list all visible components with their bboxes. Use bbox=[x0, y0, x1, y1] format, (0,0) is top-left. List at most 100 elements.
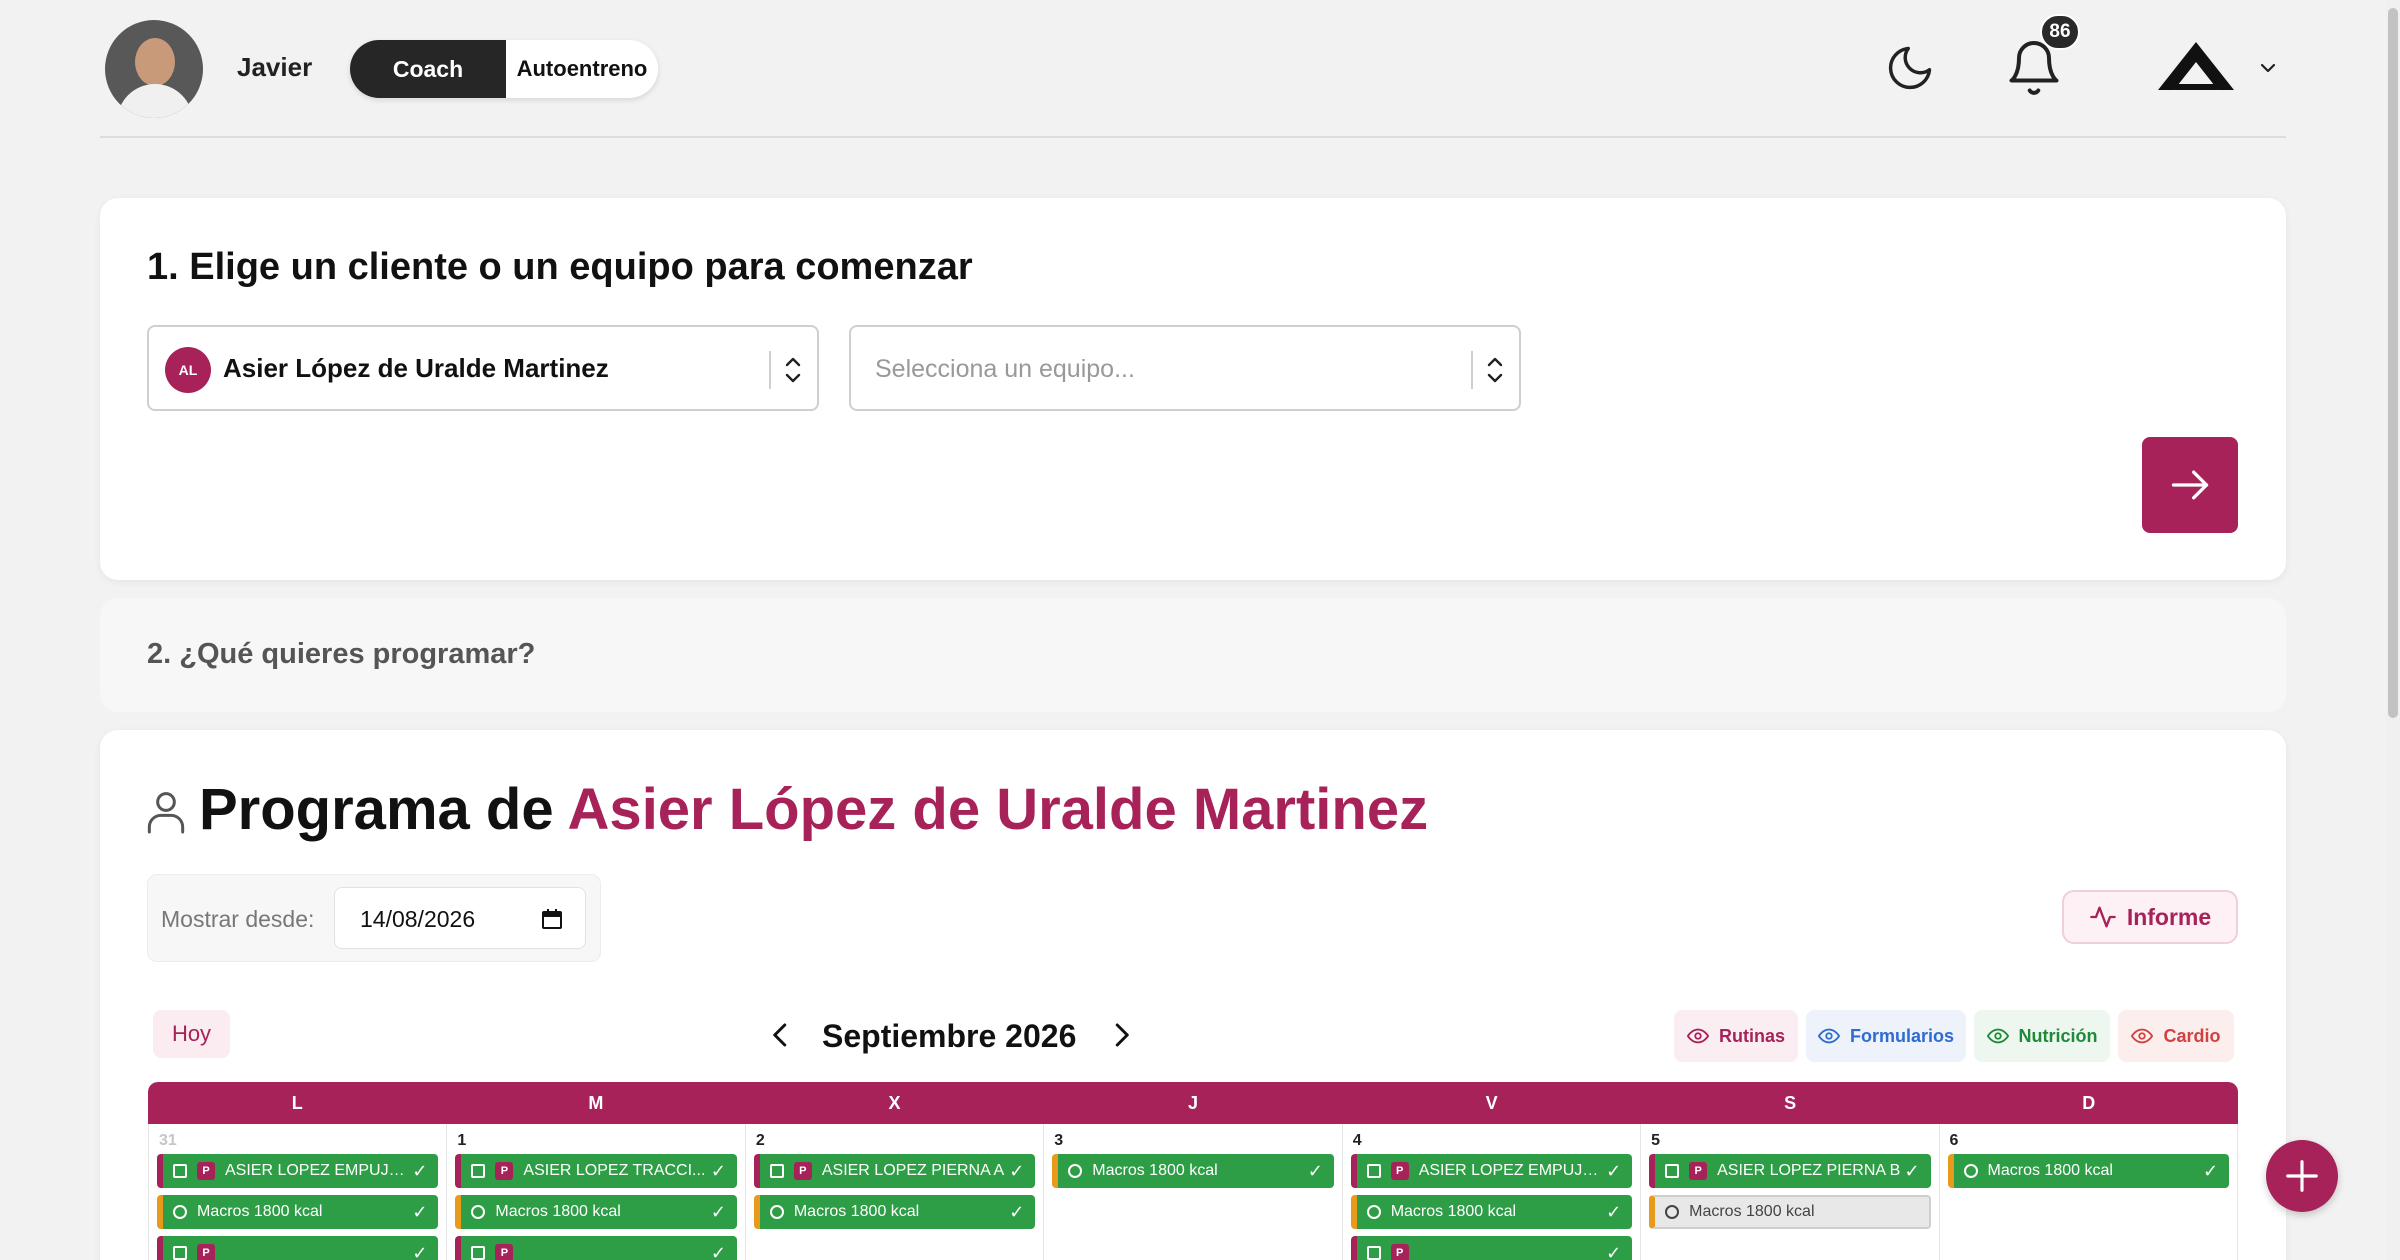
filter-cardio-toggle[interactable]: Cardio bbox=[2118, 1010, 2234, 1062]
add-floating-button[interactable] bbox=[2266, 1140, 2338, 1212]
completed-check-icon: ✓ bbox=[2202, 1160, 2219, 1181]
calendar-event-label: Macros 1800 kcal bbox=[1689, 1203, 1815, 1220]
user-name: Javier bbox=[237, 52, 313, 82]
completed-check-icon: ✓ bbox=[1904, 1160, 1920, 1181]
plus-icon bbox=[2286, 1160, 2318, 1192]
calendar-day-number: 3 bbox=[1054, 1132, 1064, 1149]
calendar-event-label: Macros 1800 kcal bbox=[1987, 1162, 2113, 1179]
mode-coach-button[interactable]: Coach bbox=[350, 40, 506, 98]
completed-check-icon: ✓ bbox=[710, 1242, 726, 1260]
completed-check-icon: ✓ bbox=[710, 1160, 726, 1181]
completed-check-icon: ✓ bbox=[710, 1201, 726, 1222]
top-header: Javier Coach Autoentreno 86 bbox=[100, 0, 2286, 138]
completed-check-icon: ✓ bbox=[1606, 1201, 1622, 1222]
calendar-icon[interactable] bbox=[541, 908, 563, 930]
calendar-day-cell[interactable]: 5 P ASIER LOPEZ PIERNA B ✓ Macros 1800 kcal bbox=[1641, 1124, 1940, 1260]
filter-formularios-toggle[interactable]: Formularios bbox=[1806, 1010, 1966, 1062]
calendar-event-routine[interactable]: P ASIER LOPEZ PIERNA B ✓ bbox=[1649, 1154, 1931, 1188]
today-button[interactable]: Hoy bbox=[153, 1010, 230, 1058]
calendar-event-nutrition[interactable]: Macros 1800 kcal ✓ bbox=[1350, 1195, 1633, 1229]
schedule-type-card[interactable]: 2. ¿Qué quieres programar? bbox=[100, 598, 2286, 712]
team-select[interactable]: Selecciona un equipo... bbox=[849, 325, 1521, 411]
calendar-event-routine[interactable]: P ✓ bbox=[157, 1236, 439, 1260]
client-select[interactable]: AL Asier López de Uralde Martinez bbox=[147, 325, 819, 411]
calendar-event-routine[interactable]: P ASIER LOPEZ PIERNA A ✓ bbox=[753, 1154, 1036, 1188]
routine-document-icon bbox=[173, 1164, 187, 1178]
chevron-left-icon[interactable] bbox=[766, 1020, 796, 1050]
plan-p-badge-icon: P bbox=[495, 1244, 514, 1260]
completed-check-icon: ✓ bbox=[1009, 1160, 1025, 1181]
calendar-event-label: ASIER LOPEZ TRACCI... bbox=[523, 1162, 706, 1179]
calendar-day-cell[interactable]: 1 P ASIER LOPEZ TRACCI... ✓ Macros 1800 kcal… bbox=[447, 1124, 746, 1260]
calendar-event-routine[interactable]: P ASIER LOPEZ TRACCI... ✓ bbox=[455, 1154, 737, 1188]
filter-nutricion-label: Nutrición bbox=[2018, 1025, 2098, 1046]
calendar-day-number: 2 bbox=[755, 1132, 765, 1149]
calendar-day-number: 4 bbox=[1352, 1132, 1362, 1149]
select-client-card: 1. Elige un cliente o un equipo para com… bbox=[100, 198, 2286, 580]
calendar-event-nutrition[interactable]: Macros 1800 kcal ✓ bbox=[753, 1195, 1036, 1229]
calendar-event-nutrition[interactable]: Macros 1800 kcal ✓ bbox=[455, 1195, 737, 1229]
dark-mode-moon-icon[interactable] bbox=[1884, 42, 1936, 94]
show-from-filter: Mostrar desde: 14/08/2026 bbox=[147, 874, 601, 962]
completed-check-icon: ✓ bbox=[1606, 1242, 1622, 1260]
show-from-date-input[interactable]: 14/08/2026 bbox=[334, 887, 586, 949]
continue-button[interactable] bbox=[2142, 437, 2238, 533]
mode-autoentreno-button[interactable]: Autoentreno bbox=[506, 40, 658, 98]
nutrition-icon bbox=[1963, 1164, 1978, 1178]
routine-document-icon bbox=[769, 1164, 784, 1178]
calendar-grid: 31 P ASIER LOPEZ EMPUJE... ✓ Macros 1800 kca… bbox=[148, 1124, 2238, 1260]
calendar-event-nutrition[interactable]: Macros 1800 kcal ✓ bbox=[1947, 1154, 2229, 1188]
routine-document-icon bbox=[1366, 1164, 1381, 1178]
calendar-event-routine[interactable]: P ✓ bbox=[1350, 1236, 1633, 1260]
plan-p-badge-icon: P bbox=[197, 1244, 215, 1260]
routine-document-icon bbox=[471, 1246, 486, 1260]
calendar-event-label: Macros 1800 kcal bbox=[1092, 1162, 1218, 1179]
avatar-face bbox=[135, 38, 175, 86]
page-scrollbar-thumb[interactable] bbox=[2388, 8, 2398, 718]
eye-icon bbox=[1986, 1028, 2009, 1044]
calendar-event-routine[interactable]: P ASIER LOPEZ EMPUJE... ✓ bbox=[1350, 1154, 1633, 1188]
routine-document-icon bbox=[1665, 1164, 1680, 1178]
filter-nutricion-toggle[interactable]: Nutrición bbox=[1974, 1010, 2110, 1062]
calendar-event-nutrition[interactable]: Macros 1800 kcal bbox=[1649, 1195, 1931, 1229]
filter-formularios-label: Formularios bbox=[1849, 1025, 1955, 1046]
weekday-label: D bbox=[2082, 1092, 2096, 1113]
routine-document-icon bbox=[471, 1164, 486, 1178]
nutrition-icon bbox=[173, 1205, 187, 1219]
calendar-event-routine[interactable]: P ✓ bbox=[455, 1236, 737, 1260]
account-chevron-down-icon[interactable] bbox=[2256, 56, 2280, 80]
calendar-day-cell[interactable]: 31 P ASIER LOPEZ EMPUJE... ✓ Macros 1800 kca… bbox=[149, 1124, 448, 1260]
completed-check-icon: ✓ bbox=[412, 1201, 428, 1222]
weekday-label: X bbox=[888, 1092, 901, 1113]
plan-p-badge-icon: P bbox=[793, 1162, 812, 1180]
mode-toggle: Coach Autoentreno bbox=[350, 40, 658, 98]
calendar-event-nutrition[interactable]: Macros 1800 kcal ✓ bbox=[157, 1195, 439, 1229]
calendar-event-label: ASIER LOPEZ EMPUJE... bbox=[225, 1162, 413, 1179]
completed-check-icon: ✓ bbox=[412, 1160, 428, 1181]
chevron-right-icon[interactable] bbox=[1106, 1020, 1136, 1050]
current-month-label: Septiembre 2026 bbox=[822, 1018, 1077, 1054]
plan-p-badge-icon: P bbox=[197, 1162, 215, 1180]
calendar-day-cell[interactable]: 2 P ASIER LOPEZ PIERNA A ✓ Macros 1800 kcal ✓ bbox=[746, 1124, 1045, 1260]
calendar-day-cell[interactable]: 4 P ASIER LOPEZ EMPUJE... ✓ Macros 1800 kcal… bbox=[1343, 1124, 1642, 1260]
weekday-label: V bbox=[1485, 1092, 1498, 1113]
calendar-event-label: Macros 1800 kcal bbox=[1390, 1203, 1517, 1220]
calendar-day-cell[interactable]: 6 Macros 1800 kcal ✓ bbox=[1940, 1124, 2238, 1260]
calendar-day-cell[interactable]: 3 Macros 1800 kcal ✓ bbox=[1044, 1124, 1343, 1260]
team-select-placeholder: Selecciona un equipo... bbox=[875, 355, 1135, 383]
filter-rutinas-label: Rutinas bbox=[1718, 1025, 1785, 1046]
user-avatar[interactable] bbox=[105, 20, 203, 118]
program-title: Programa de Asier López de Uralde Martin… bbox=[199, 776, 1428, 843]
calendar-event-nutrition[interactable]: Macros 1800 kcal ✓ bbox=[1052, 1154, 1334, 1188]
filter-rutinas-toggle[interactable]: Rutinas bbox=[1674, 1010, 1798, 1062]
calendar-event-routine[interactable]: P ASIER LOPEZ EMPUJE... ✓ bbox=[157, 1154, 439, 1188]
arrow-right-icon bbox=[2171, 470, 2209, 500]
program-title-prefix: Programa de bbox=[199, 777, 568, 842]
program-card: Programa de Asier López de Uralde Martin… bbox=[100, 730, 2286, 1260]
nutrition-icon bbox=[471, 1205, 486, 1219]
brand-logo-icon[interactable] bbox=[2156, 40, 2236, 92]
calendar-event-label: Macros 1800 kcal bbox=[197, 1203, 323, 1220]
client-select-value: Asier López de Uralde Martinez bbox=[223, 353, 609, 383]
routine-document-icon bbox=[173, 1246, 187, 1260]
report-button[interactable]: Informe bbox=[2062, 890, 2238, 944]
